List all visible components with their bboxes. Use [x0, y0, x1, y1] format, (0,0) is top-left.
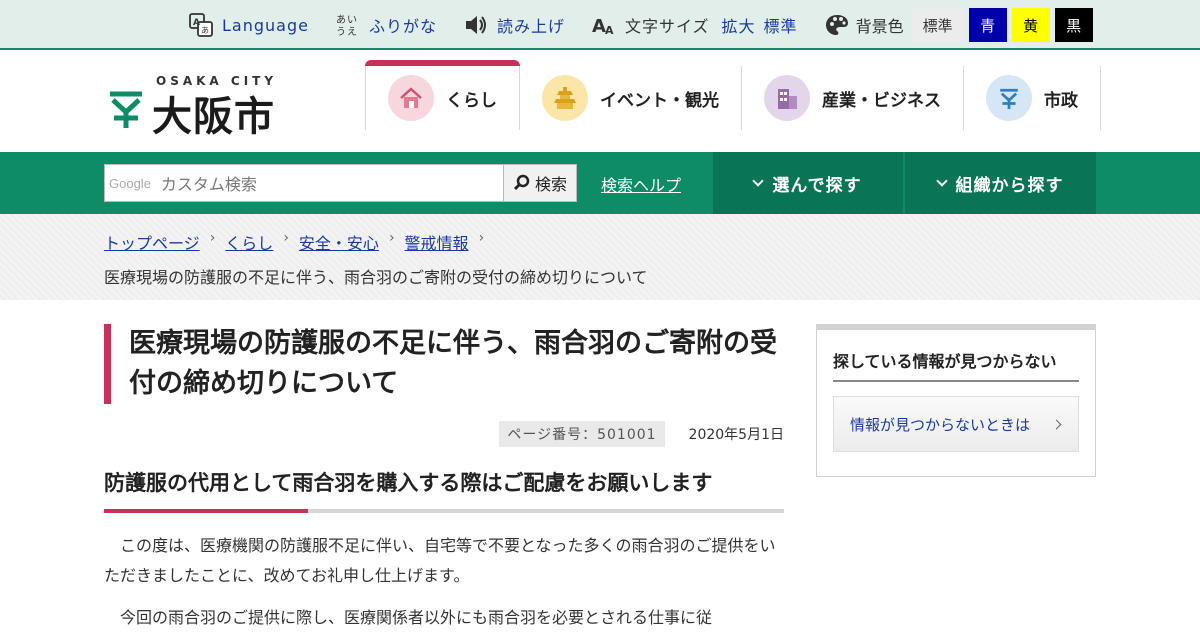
page-title-block: 医療現場の防護服の不足に伴う、雨合羽のご寄附の受付の締め切りについて — [104, 324, 784, 404]
building-icon — [778, 89, 797, 109]
language-label: Language — [222, 15, 309, 35]
search-button-label: 検索 — [534, 175, 567, 194]
house-icon — [400, 87, 422, 108]
chevron-down-icon — [752, 174, 765, 187]
gnav-label-business: 産業・ビジネス — [822, 90, 941, 111]
global-nav: くらし イベント・観光 産業・ビジネス 市政 — [365, 60, 1101, 130]
site-logo[interactable]: OSAKA CITY 大阪市 — [108, 74, 288, 140]
body-paragraph: この度は、医療機関の防護服不足に伴い、自宅等で不要となった多くの雨合羽のご提供を… — [104, 536, 776, 585]
gnav-icon-circle — [764, 75, 810, 121]
svg-text:あ: あ — [201, 26, 210, 35]
font-size-enlarge[interactable]: 拡大 — [722, 13, 756, 37]
furigana-link[interactable]: あい うえ ふりがな — [335, 8, 437, 42]
chevron-down-icon — [935, 174, 948, 187]
page-number: ページ番号：501001 — [499, 421, 665, 447]
city-emblem-icon — [110, 91, 142, 128]
chevron-right-icon: › — [388, 230, 395, 246]
background-color-label: 背景色 — [855, 17, 904, 36]
background-color-group: 背景色 標準 青 黄 黒 — [824, 8, 1093, 42]
google-mark: Google — [109, 175, 151, 191]
svg-text:A: A — [605, 24, 615, 37]
language-link[interactable]: A あ Language — [188, 8, 309, 42]
breadcrumb: トップページ › くらし › 安全・安心 › 警戒情報 › 医療現場の防護服の不… — [0, 214, 1200, 300]
page-meta: ページ番号：501001 2020年5月1日 — [104, 421, 784, 447]
chevron-right-icon — [1051, 419, 1062, 430]
search-placeholder: カスタム検索 — [160, 175, 257, 194]
section-heading: 防護服の代用として雨合羽を購入する際はご配慮をお願いします — [104, 467, 784, 513]
sidebar-title: 探している情報が見つからない — [833, 348, 1079, 382]
sidebar-box: 探している情報が見つからない 情報が見つからないときは — [816, 324, 1096, 477]
find-by-organization-label: 組織から探す — [955, 175, 1064, 196]
svg-text:あい: あい — [336, 14, 358, 26]
search-button[interactable]: 検索 — [503, 164, 577, 202]
search-icon — [513, 174, 530, 191]
breadcrumb-kurashi[interactable]: くらし — [225, 230, 273, 254]
font-size-icon: A A — [592, 16, 615, 37]
gnav-item-kurashi[interactable]: くらし — [365, 60, 520, 130]
speaker-icon — [465, 16, 486, 34]
gnav-label-event: イベント・観光 — [600, 90, 719, 111]
read-aloud-link[interactable]: 読み上げ — [463, 8, 565, 42]
gnav-item-shisei[interactable]: 市政 — [964, 66, 1101, 130]
breadcrumb-top[interactable]: トップページ — [104, 230, 200, 254]
font-size-label: 文字サイズ — [625, 17, 710, 36]
bg-blue-button[interactable]: 青 — [968, 8, 1007, 42]
gnav-icon-circle — [388, 75, 434, 121]
not-found-help-label: 情報が見つからないときは — [850, 415, 1031, 434]
bg-black-button[interactable]: 黒 — [1054, 8, 1093, 42]
gnav-icon-circle — [986, 75, 1032, 121]
svg-text:うえ: うえ — [336, 26, 358, 38]
translate-icon: A あ — [189, 13, 213, 37]
not-found-help-link[interactable]: 情報が見つからないときは — [833, 396, 1079, 452]
search-band: Google カスタム検索 検索 検索ヘルプ 選んで探す 組織から探す — [0, 152, 1200, 214]
breadcrumb-current: 医療現場の防護服の不足に伴う、雨合羽のご寄附の受付の締め切りについて — [104, 268, 648, 287]
gnav-icon-circle — [542, 75, 588, 121]
publish-date: 2020年5月1日 — [688, 427, 784, 443]
furigana-label: ふりがな — [368, 17, 437, 36]
breadcrumb-safety[interactable]: 安全・安心 — [299, 230, 379, 254]
font-size-group: A A 文字サイズ 拡大 標準 — [591, 8, 798, 42]
chevron-right-icon: › — [209, 230, 216, 246]
gnav-label-shisei: 市政 — [1044, 90, 1078, 111]
logo-name: 大阪市 — [152, 94, 275, 140]
gnav-item-event[interactable]: イベント・観光 — [520, 66, 742, 130]
breadcrumb-alert[interactable]: 警戒情報 — [405, 230, 469, 254]
read-aloud-label: 読み上げ — [496, 17, 565, 36]
search-input[interactable]: Google カスタム検索 — [104, 164, 504, 202]
palette-icon — [825, 15, 848, 35]
font-size-standard[interactable]: 標準 — [764, 13, 798, 37]
find-by-organization-button[interactable]: 組織から探す — [905, 152, 1096, 214]
find-by-selection-button[interactable]: 選んで探す — [713, 152, 903, 214]
svg-text:A: A — [193, 18, 201, 28]
gnav-label-kurashi: くらし — [446, 90, 497, 111]
search-help-link[interactable]: 検索ヘルプ — [601, 172, 681, 196]
bg-yellow-button[interactable]: 黄 — [1011, 8, 1050, 42]
city-emblem-icon — [1000, 88, 1018, 109]
page-title: 医療現場の防護服の不足に伴う、雨合羽のご寄附の受付の締め切りについて — [129, 328, 777, 399]
site-header: OSAKA CITY 大阪市 くらし イベント・観光 産業・ビジネス 市政 — [0, 52, 1200, 152]
bg-standard-button[interactable]: 標準 — [911, 8, 964, 42]
chevron-right-icon: › — [478, 230, 485, 246]
castle-icon — [554, 87, 576, 109]
find-by-selection-label: 選んで探す — [772, 175, 862, 196]
gnav-item-business[interactable]: 産業・ビジネス — [742, 66, 964, 130]
body-paragraph: 今回の雨合羽のご提供に際し、医療関係者以外にも雨合羽を必要とされる仕事に従 — [120, 608, 713, 627]
chevron-right-icon: › — [283, 230, 289, 246]
furigana-icon: あい うえ — [336, 14, 358, 38]
utility-bar: A あ Language あい うえ ふりがな 読み上げ A A 文字サイズ 拡… — [0, 0, 1200, 50]
